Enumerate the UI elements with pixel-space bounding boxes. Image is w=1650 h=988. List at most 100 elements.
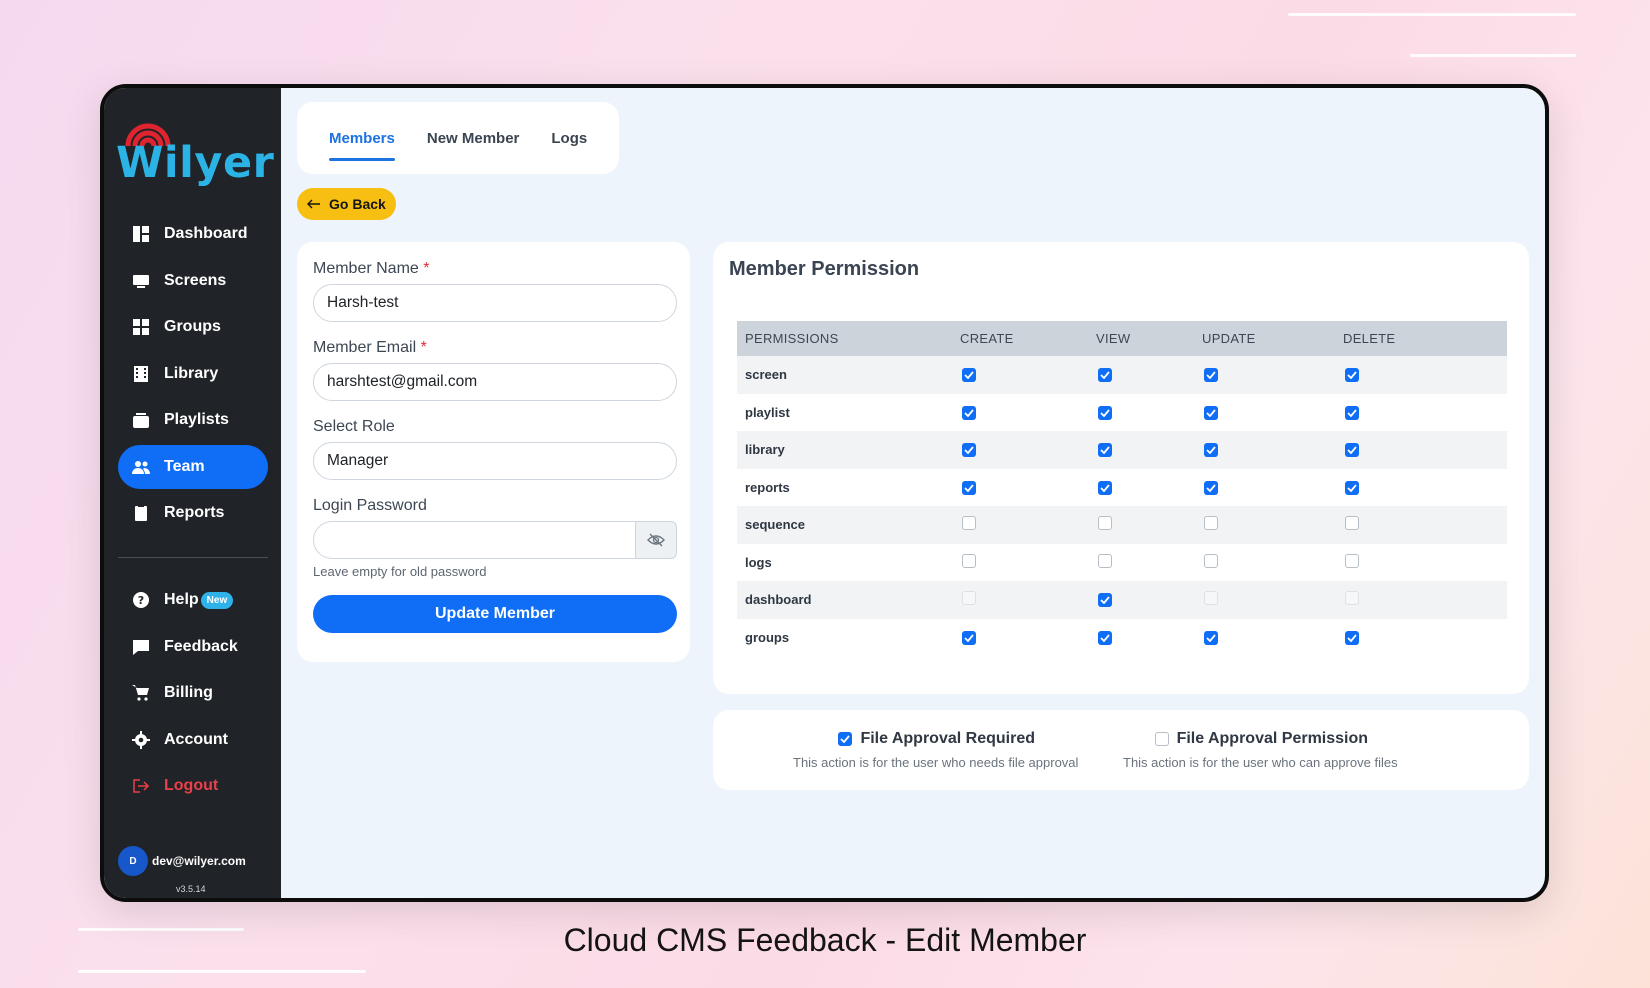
member-email-label: Member Email * xyxy=(313,339,674,357)
sidebar-item-account[interactable]: Account xyxy=(118,718,268,762)
sidebar-item-label: Playlists xyxy=(164,411,229,428)
file-approval-required-checkbox[interactable] xyxy=(838,732,853,746)
sidebar-item-groups[interactable]: Groups xyxy=(118,305,268,349)
playlist-delete-checkbox[interactable] xyxy=(1345,405,1359,420)
member-email-input[interactable]: harshtest@gmail.com xyxy=(313,363,677,401)
password-input[interactable] xyxy=(313,521,635,559)
sidebar-item-label: Dashboard xyxy=(164,225,248,242)
reports-delete-checkbox[interactable] xyxy=(1345,480,1359,495)
column-header-delete: DELETE xyxy=(1335,321,1507,356)
sidebar-item-team[interactable]: Team xyxy=(118,444,268,489)
select-role-label: Select Role xyxy=(313,418,395,435)
screen-update-checkbox[interactable] xyxy=(1204,368,1218,383)
column-header-view: VIEW xyxy=(1088,321,1194,356)
update-member-button[interactable]: Update Member xyxy=(313,595,677,633)
sidebar-item-reports[interactable]: Reports xyxy=(118,491,268,535)
library-view-checkbox[interactable] xyxy=(1098,443,1112,458)
permission-cell xyxy=(1194,619,1335,657)
user-profile[interactable]: D dev@wilyer.com xyxy=(118,846,246,876)
tab-members[interactable]: Members xyxy=(329,124,395,161)
permission-name: reports xyxy=(745,479,790,495)
library-delete-checkbox[interactable] xyxy=(1345,443,1359,458)
logs-delete-checkbox[interactable] xyxy=(1345,553,1359,568)
decor-line xyxy=(1410,54,1576,57)
playlist-view-checkbox[interactable] xyxy=(1098,405,1112,420)
sequence-create-checkbox[interactable] xyxy=(962,516,976,531)
permission-title: Member Permission xyxy=(729,258,920,280)
sidebar-item-playlists[interactable]: Playlists xyxy=(118,398,268,442)
permission-cell xyxy=(1088,394,1194,432)
groups-update-checkbox[interactable] xyxy=(1204,630,1218,645)
sidebar-item-feedback[interactable]: Feedback xyxy=(118,625,268,669)
sidebar-item-logout[interactable]: Logout xyxy=(118,764,268,808)
permission-cell xyxy=(952,356,1088,394)
sidebar-item-label: Billing xyxy=(164,684,213,701)
check-icon xyxy=(1206,484,1216,492)
sequence-view-checkbox[interactable] xyxy=(1098,516,1112,531)
permission-table: PERMISSIONS CREATE VIEW UPDATE DELETE screen… xyxy=(737,321,1507,656)
permission-cell xyxy=(952,394,1088,432)
permission-cell xyxy=(952,431,1088,469)
cart-icon xyxy=(132,684,150,702)
permission-name: sequence xyxy=(737,506,952,544)
permission-row-sequence: sequence xyxy=(737,506,1507,544)
role-select[interactable]: Manager xyxy=(313,442,677,480)
svg-text:?: ? xyxy=(138,594,144,607)
sidebar-item-screens[interactable]: Screens xyxy=(118,259,268,303)
eye-slash-icon xyxy=(647,533,665,547)
check-icon xyxy=(1100,596,1110,605)
check-icon xyxy=(964,446,974,455)
dashboard-view-checkbox[interactable] xyxy=(1098,593,1112,608)
permission-name: dashboard xyxy=(737,581,952,619)
sidebar-item-label: Team xyxy=(164,457,205,475)
groups-create-checkbox[interactable] xyxy=(962,630,976,645)
file-approval-required-label: File Approval Required xyxy=(860,730,1035,747)
sidebar-item-billing[interactable]: Billing xyxy=(118,671,268,715)
go-back-button[interactable]: Go Back xyxy=(297,188,396,220)
tab-new-member[interactable]: New Member xyxy=(427,124,520,153)
reports-create-checkbox[interactable] xyxy=(962,480,976,495)
column-header-update: UPDATE xyxy=(1194,321,1335,356)
logs-update-checkbox[interactable] xyxy=(1204,553,1218,568)
required-mark: * xyxy=(423,260,430,277)
sidebar-item-label: Library xyxy=(164,364,219,382)
team-icon xyxy=(132,458,150,476)
dashboard-update-checkbox xyxy=(1204,591,1218,606)
sidebar: Wilyer Dashboard Screens Groups Library Play… xyxy=(104,88,281,898)
brand-logo[interactable]: Wilyer xyxy=(116,116,276,196)
sequence-delete-checkbox[interactable] xyxy=(1345,516,1359,531)
check-icon xyxy=(1100,634,1110,642)
toggle-password-visibility-button[interactable] xyxy=(635,521,677,559)
permission-name: screen xyxy=(737,356,952,394)
groups-delete-checkbox[interactable] xyxy=(1345,630,1359,645)
sidebar-item-library[interactable]: Library xyxy=(118,352,268,396)
check-icon xyxy=(1206,371,1216,380)
permission-row-logs: logs xyxy=(737,544,1507,582)
reports-view-checkbox[interactable] xyxy=(1098,480,1112,495)
permission-cell xyxy=(1335,581,1507,619)
login-password-label: Login Password xyxy=(313,497,427,514)
screen-create-checkbox[interactable] xyxy=(962,368,976,383)
screen-delete-checkbox[interactable] xyxy=(1345,368,1359,383)
member-name-input[interactable]: Harsh-test xyxy=(313,284,677,322)
logs-view-checkbox[interactable] xyxy=(1098,553,1112,568)
sequence-update-checkbox[interactable] xyxy=(1204,516,1218,531)
reports-update-checkbox[interactable] xyxy=(1204,480,1218,495)
user-email: dev@wilyer.com xyxy=(152,854,246,868)
groups-view-checkbox[interactable] xyxy=(1098,630,1112,645)
sidebar-item-dashboard[interactable]: Dashboard xyxy=(118,212,268,256)
file-approval-permission-checkbox[interactable] xyxy=(1154,732,1169,746)
permission-cell xyxy=(1088,581,1194,619)
playlist-create-checkbox[interactable] xyxy=(962,405,976,420)
password-field-group xyxy=(313,521,677,559)
library-create-checkbox[interactable] xyxy=(962,443,976,458)
check-icon xyxy=(964,634,974,642)
playlist-update-checkbox[interactable] xyxy=(1204,405,1218,420)
screen-view-checkbox[interactable] xyxy=(1098,368,1112,383)
library-update-checkbox[interactable] xyxy=(1204,443,1218,458)
logs-create-checkbox[interactable] xyxy=(962,553,976,568)
permission-row-groups: groups xyxy=(737,619,1507,657)
permission-cell xyxy=(1194,394,1335,432)
sidebar-item-help[interactable]: ? Help New xyxy=(118,578,268,622)
tab-logs[interactable]: Logs xyxy=(551,124,587,153)
